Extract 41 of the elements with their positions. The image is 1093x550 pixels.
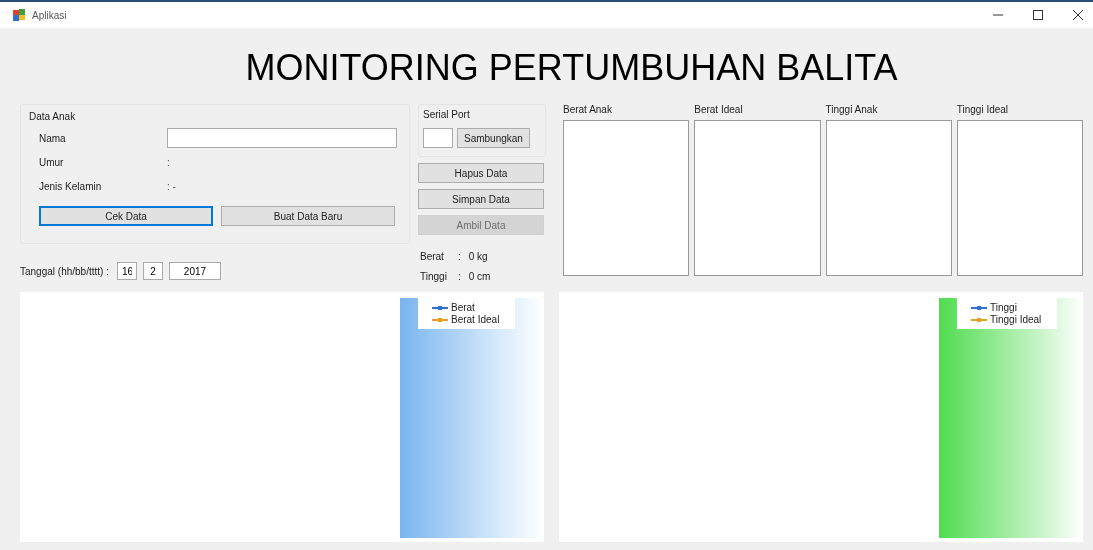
- reading-label: Berat: [420, 250, 445, 264]
- list-label: Tinggi Ideal: [956, 104, 1010, 117]
- form-button[interactable]: Cek Data: [39, 206, 213, 226]
- name-input[interactable]: [167, 128, 397, 148]
- form-button[interactable]: Buat Data Baru: [221, 206, 395, 226]
- field-label: Umur: [39, 156, 65, 168]
- list-label: Berat Ideal: [694, 104, 744, 117]
- reading-label: Tinggi: [420, 270, 448, 284]
- list-box[interactable]: [563, 120, 690, 276]
- list-box[interactable]: [956, 120, 1083, 276]
- app-icon: [12, 8, 26, 22]
- reading-value: 0 kg: [468, 250, 488, 264]
- list-label: Tinggi Anak: [825, 104, 879, 117]
- port-input[interactable]: [423, 128, 453, 148]
- field-label: Nama: [39, 132, 67, 144]
- field-label: Jenis Kelamin: [39, 180, 103, 192]
- close-icon[interactable]: [1073, 10, 1083, 20]
- app-heading: MONITORING PERTUMBUHAN BALITA: [244, 46, 899, 90]
- reading-colon: :: [457, 250, 462, 264]
- reading-colon: :: [457, 270, 462, 284]
- list-box[interactable]: [825, 120, 952, 276]
- month-input[interactable]: 2: [142, 262, 163, 280]
- legend-label: Tinggi: [990, 302, 1017, 313]
- date-label: Tanggal (hh/bb/tttt) :: [20, 265, 109, 277]
- reading-value: 0 cm: [468, 270, 491, 284]
- group-title: Data Anak: [29, 111, 77, 122]
- group-title: Serial Port: [423, 109, 471, 120]
- maximize-icon[interactable]: [1033, 10, 1043, 20]
- window-title: Aplikasi: [32, 9, 67, 21]
- year-input[interactable]: 2017: [168, 262, 221, 280]
- action-button[interactable]: Hapus Data: [418, 163, 544, 183]
- connect-button[interactable]: Sambungkan: [457, 128, 530, 148]
- legend-label: Tinggi Ideal: [990, 314, 1042, 325]
- action-button[interactable]: Simpan Data: [418, 189, 544, 209]
- legend-label: Berat: [451, 302, 475, 313]
- field-value: :: [167, 156, 170, 168]
- legend-label: Berat Ideal: [451, 314, 500, 325]
- list-box[interactable]: [694, 120, 821, 276]
- field-value: : -: [167, 180, 176, 192]
- list-label: Berat Anak: [563, 104, 613, 117]
- day-input[interactable]: 16: [116, 262, 137, 280]
